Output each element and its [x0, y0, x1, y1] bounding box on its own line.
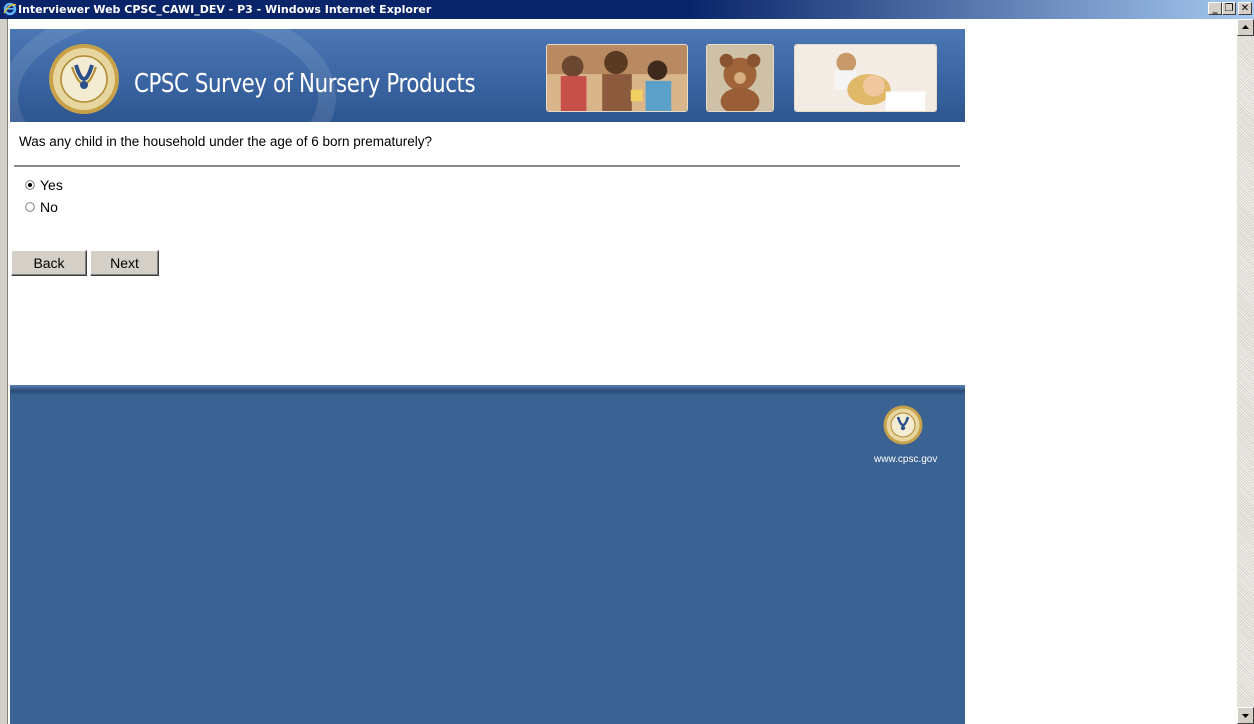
- cpsc-seal-logo: [49, 44, 119, 114]
- scroll-up-button[interactable]: [1237, 19, 1254, 36]
- option-no[interactable]: No: [25, 199, 58, 215]
- option-yes[interactable]: Yes: [25, 177, 63, 193]
- footer-site-link[interactable]: www.cpsc.gov: [874, 454, 937, 465]
- internet-explorer-icon: [3, 2, 17, 16]
- window-title: Interviewer Web CPSC_CAWI_DEV - P3 - Win…: [18, 3, 432, 16]
- banner-photo-family: [546, 44, 688, 112]
- restore-button[interactable]: ❐: [1222, 2, 1236, 15]
- option-yes-label: Yes: [40, 177, 63, 193]
- banner-photo-teddy-bear: [706, 44, 774, 112]
- arrow-down-icon: [1242, 714, 1249, 718]
- scroll-down-button[interactable]: [1237, 707, 1254, 724]
- footer: www.cpsc.gov: [10, 385, 965, 724]
- banner-photo-mother-child: [794, 44, 937, 112]
- close-button[interactable]: ✕: [1238, 2, 1252, 15]
- question-divider: [14, 165, 960, 167]
- vertical-scrollbar[interactable]: [1237, 19, 1254, 724]
- option-no-label: No: [40, 199, 58, 215]
- cpsc-footer-seal-logo[interactable]: [883, 405, 923, 445]
- header-banner: CPSC Survey of Nursery Products: [10, 29, 965, 122]
- radio-no[interactable]: [25, 202, 35, 212]
- banner-title: CPSC Survey of Nursery Products: [134, 69, 476, 99]
- minimize-button[interactable]: _: [1208, 2, 1222, 15]
- next-button[interactable]: Next: [90, 250, 159, 276]
- back-button[interactable]: Back: [11, 250, 87, 276]
- question-text: Was any child in the household under the…: [19, 134, 433, 149]
- radio-yes-selected[interactable]: [25, 180, 35, 190]
- window-frame-left: [0, 19, 8, 724]
- arrow-up-icon: [1242, 25, 1249, 29]
- footer-top-bar: [10, 385, 965, 395]
- window-titlebar[interactable]: Interviewer Web CPSC_CAWI_DEV - P3 - Win…: [0, 0, 1254, 19]
